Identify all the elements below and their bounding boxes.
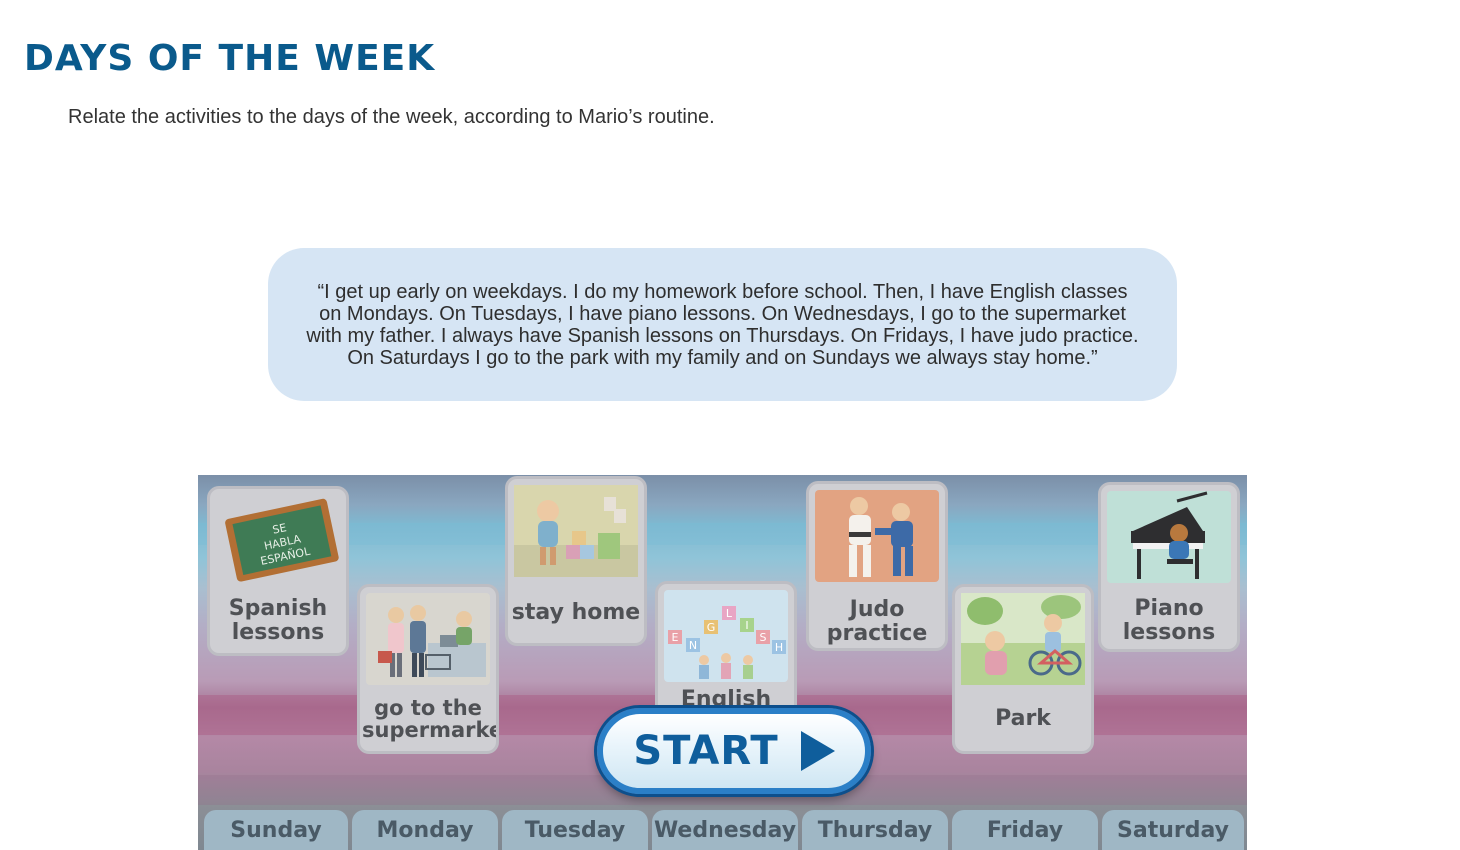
card-label: Park: [995, 706, 1051, 731]
svg-text:I: I: [745, 619, 748, 632]
piano-icon: [1107, 491, 1231, 583]
activity-card-piano[interactable]: Piano lessons: [1098, 482, 1240, 652]
activity-game[interactable]: SE HABLA ESPAÑOL Spanish lessons go to t…: [198, 475, 1247, 850]
day-slot-monday[interactable]: Monday: [352, 810, 498, 850]
svg-text:S: S: [760, 631, 767, 644]
day-bar: Sunday Monday Tuesday Wednesday Thursday…: [198, 808, 1247, 850]
chalkboard-icon: SE HABLA ESPAÑOL: [216, 495, 340, 587]
svg-text:H: H: [775, 641, 783, 654]
card-label: Piano lessons: [1122, 596, 1216, 645]
activity-card-spanish[interactable]: SE HABLA ESPAÑOL Spanish lessons: [207, 486, 349, 656]
day-slot-saturday[interactable]: Saturday: [1102, 810, 1244, 850]
start-button[interactable]: START: [597, 708, 871, 794]
activity-card-park[interactable]: Park: [952, 584, 1094, 754]
day-slot-thursday[interactable]: Thursday: [802, 810, 948, 850]
svg-text:G: G: [707, 621, 716, 634]
day-slot-tuesday[interactable]: Tuesday: [502, 810, 648, 850]
english-letters-icon: E N G L I S H: [664, 590, 788, 682]
play-arrow-icon: [800, 731, 835, 771]
quote-box: “I get up early on weekdays. I do my hom…: [268, 248, 1177, 401]
toy-blocks-icon: [514, 485, 638, 577]
background-stripe: [198, 523, 1247, 545]
page-title: DAYS OF THE WEEK: [24, 38, 436, 79]
day-slot-sunday[interactable]: Sunday: [204, 810, 348, 850]
svg-text:E: E: [672, 631, 679, 644]
park-bicycle-icon: [961, 593, 1085, 685]
start-label: START: [633, 728, 779, 774]
supermarket-icon: [366, 593, 490, 685]
day-slot-friday[interactable]: Friday: [952, 810, 1098, 850]
day-slot-wednesday[interactable]: Wednesday: [652, 810, 798, 850]
instructions-text: Relate the activities to the days of the…: [68, 106, 715, 128]
svg-text:L: L: [726, 607, 733, 620]
judo-icon: [815, 490, 939, 582]
quote-text: “I get up early on weekdays. I do my hom…: [306, 280, 1139, 369]
svg-text:N: N: [689, 639, 697, 652]
card-label: Spanish lessons: [228, 596, 328, 645]
card-label: stay home: [511, 600, 641, 625]
activity-card-stay-home[interactable]: stay home: [505, 476, 647, 646]
card-label: go to the supermarket: [362, 696, 499, 742]
activity-card-judo[interactable]: Judo practice: [806, 481, 948, 651]
card-label: Judo practice: [826, 597, 928, 646]
activity-card-supermarket[interactable]: go to the supermarket: [357, 584, 499, 754]
